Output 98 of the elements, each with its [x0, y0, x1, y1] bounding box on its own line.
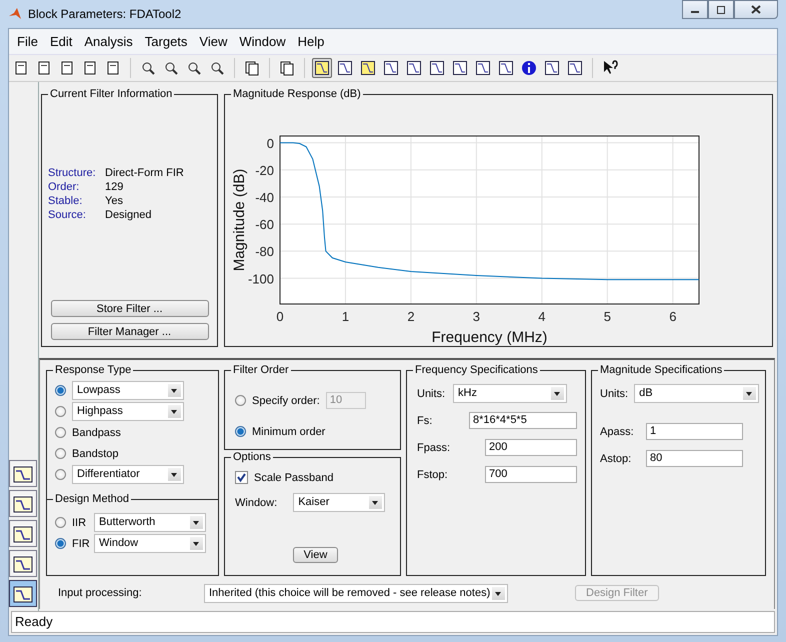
radio-button[interactable]	[55, 427, 66, 438]
dropdown[interactable]: Kaiser	[293, 493, 386, 512]
info-label: Order:	[48, 181, 80, 193]
radio-button[interactable]	[235, 426, 246, 437]
field-label: Fstop:	[417, 468, 449, 480]
info-value: Designed	[105, 209, 152, 221]
maximize-icon	[716, 6, 726, 14]
field-label: Units:	[600, 388, 628, 400]
radio-button[interactable]	[55, 448, 66, 459]
y-tick-label: -40	[255, 190, 274, 205]
group-title: Design Method	[53, 493, 131, 506]
y-tick-label: -80	[255, 244, 274, 260]
info-label: Source:	[48, 209, 87, 221]
x-tick-label: 6	[669, 309, 676, 324]
caret-icon	[168, 405, 181, 418]
dropdown[interactable]: Inherited (this choice will be removed - see release notes)	[204, 584, 508, 602]
close-icon	[751, 5, 761, 14]
checkbox-label: Scale Passband	[254, 472, 334, 484]
y-tick-label: -20	[255, 162, 274, 178]
caret-icon	[190, 537, 203, 550]
field-label: Fpass:	[417, 442, 452, 454]
menu-item[interactable]: File	[11, 34, 44, 49]
radio-button[interactable]	[55, 538, 66, 549]
caret-icon	[190, 516, 203, 529]
menu-item[interactable]: Targets	[138, 34, 194, 49]
caret-icon	[168, 384, 181, 397]
panel-button[interactable]: Filter Manager ...	[50, 323, 208, 340]
field-label: Input processing:	[58, 587, 143, 599]
status-bar: Ready	[11, 611, 775, 633]
radio-label: Bandpass	[72, 426, 121, 438]
group-title: Frequency Specifications	[413, 364, 540, 377]
info-value: Direct-Form FIR	[105, 167, 184, 179]
caret-icon	[743, 387, 756, 400]
menu-item[interactable]: Window	[233, 34, 292, 49]
field-label: Window:	[235, 496, 278, 508]
caret-icon	[551, 387, 564, 400]
radio-label: FIR	[72, 538, 88, 550]
lowpass-response-icon[interactable]	[312, 58, 332, 78]
group-title: Magnitude Response (dB)	[231, 88, 363, 101]
radio-label: Bandstop	[72, 448, 118, 460]
radio-label: Minimum order	[252, 426, 326, 438]
caret-icon	[492, 586, 505, 600]
input-field[interactable]: 8*16*4*5*5	[469, 412, 577, 429]
menu-item[interactable]: Edit	[44, 34, 78, 49]
dropdown[interactable]: kHz	[453, 384, 567, 403]
radio-button[interactable]	[55, 406, 66, 417]
caret-icon	[168, 468, 181, 481]
info-label: Stable:	[48, 195, 84, 207]
input-field[interactable]: 700	[485, 466, 577, 483]
field-label: Apass:	[600, 426, 635, 438]
minimize-button[interactable]	[682, 0, 708, 19]
field-label: Units:	[417, 388, 446, 400]
maximize-button[interactable]	[708, 0, 734, 19]
x-tick-label: 3	[472, 309, 480, 324]
radio-label: IIR	[72, 516, 88, 528]
group-title: Options	[231, 451, 273, 464]
x-axis-label: Frequency (MHz)	[432, 329, 548, 345]
view-button[interactable]: View	[292, 547, 338, 563]
x-tick-label: 4	[538, 309, 546, 324]
info-value: 129	[105, 181, 124, 193]
radio-button[interactable]	[55, 469, 66, 480]
dropdown[interactable]: Highpass	[72, 402, 184, 421]
dropdown[interactable]: Lowpass	[72, 381, 184, 400]
field-label: Astop:	[600, 452, 632, 464]
radio-label: Specify order:	[252, 394, 320, 406]
window-title: Block Parameters: FDATool2	[28, 7, 182, 21]
x-tick-label: 5	[604, 309, 611, 324]
panel-button[interactable]: Store Filter ...	[50, 300, 208, 317]
field-label: Fs:	[417, 414, 434, 426]
caret-icon	[369, 496, 382, 509]
radio-button[interactable]	[55, 385, 66, 396]
x-tick-label: 2	[407, 309, 415, 324]
dropdown[interactable]: Differentiator	[72, 465, 184, 484]
checkbox[interactable]	[235, 471, 248, 484]
input-field[interactable]: 1	[646, 423, 743, 440]
x-tick-label: 0	[276, 309, 284, 324]
y-tick-label: 0	[266, 136, 274, 151]
dropdown[interactable]: Window	[94, 534, 206, 553]
menu-item[interactable]: View	[193, 34, 234, 49]
input-field[interactable]: 200	[485, 439, 577, 456]
matlab-logo-icon	[8, 7, 22, 21]
menu-item[interactable]: Help	[292, 34, 330, 49]
radio-button[interactable]	[55, 517, 66, 528]
close-button[interactable]	[734, 0, 778, 19]
group-title: Response Type	[53, 364, 134, 377]
dropdown[interactable]: Butterworth	[94, 513, 206, 532]
info-value: Yes	[105, 195, 123, 207]
input-field[interactable]: 80	[646, 450, 743, 467]
y-tick-label: -100	[248, 271, 274, 286]
x-tick-label: 1	[342, 309, 350, 324]
info-icon[interactable]	[519, 58, 539, 78]
dropdown[interactable]: dB	[634, 384, 759, 403]
y-axis-label: Magnitude (dB)	[231, 168, 248, 272]
menu-item[interactable]: Analysis	[78, 34, 139, 49]
info-label: Structure:	[48, 167, 97, 179]
design-filter-icon[interactable]	[9, 580, 37, 607]
y-tick-label: -60	[255, 217, 274, 232]
group-title: Magnitude Specifications	[598, 364, 724, 377]
